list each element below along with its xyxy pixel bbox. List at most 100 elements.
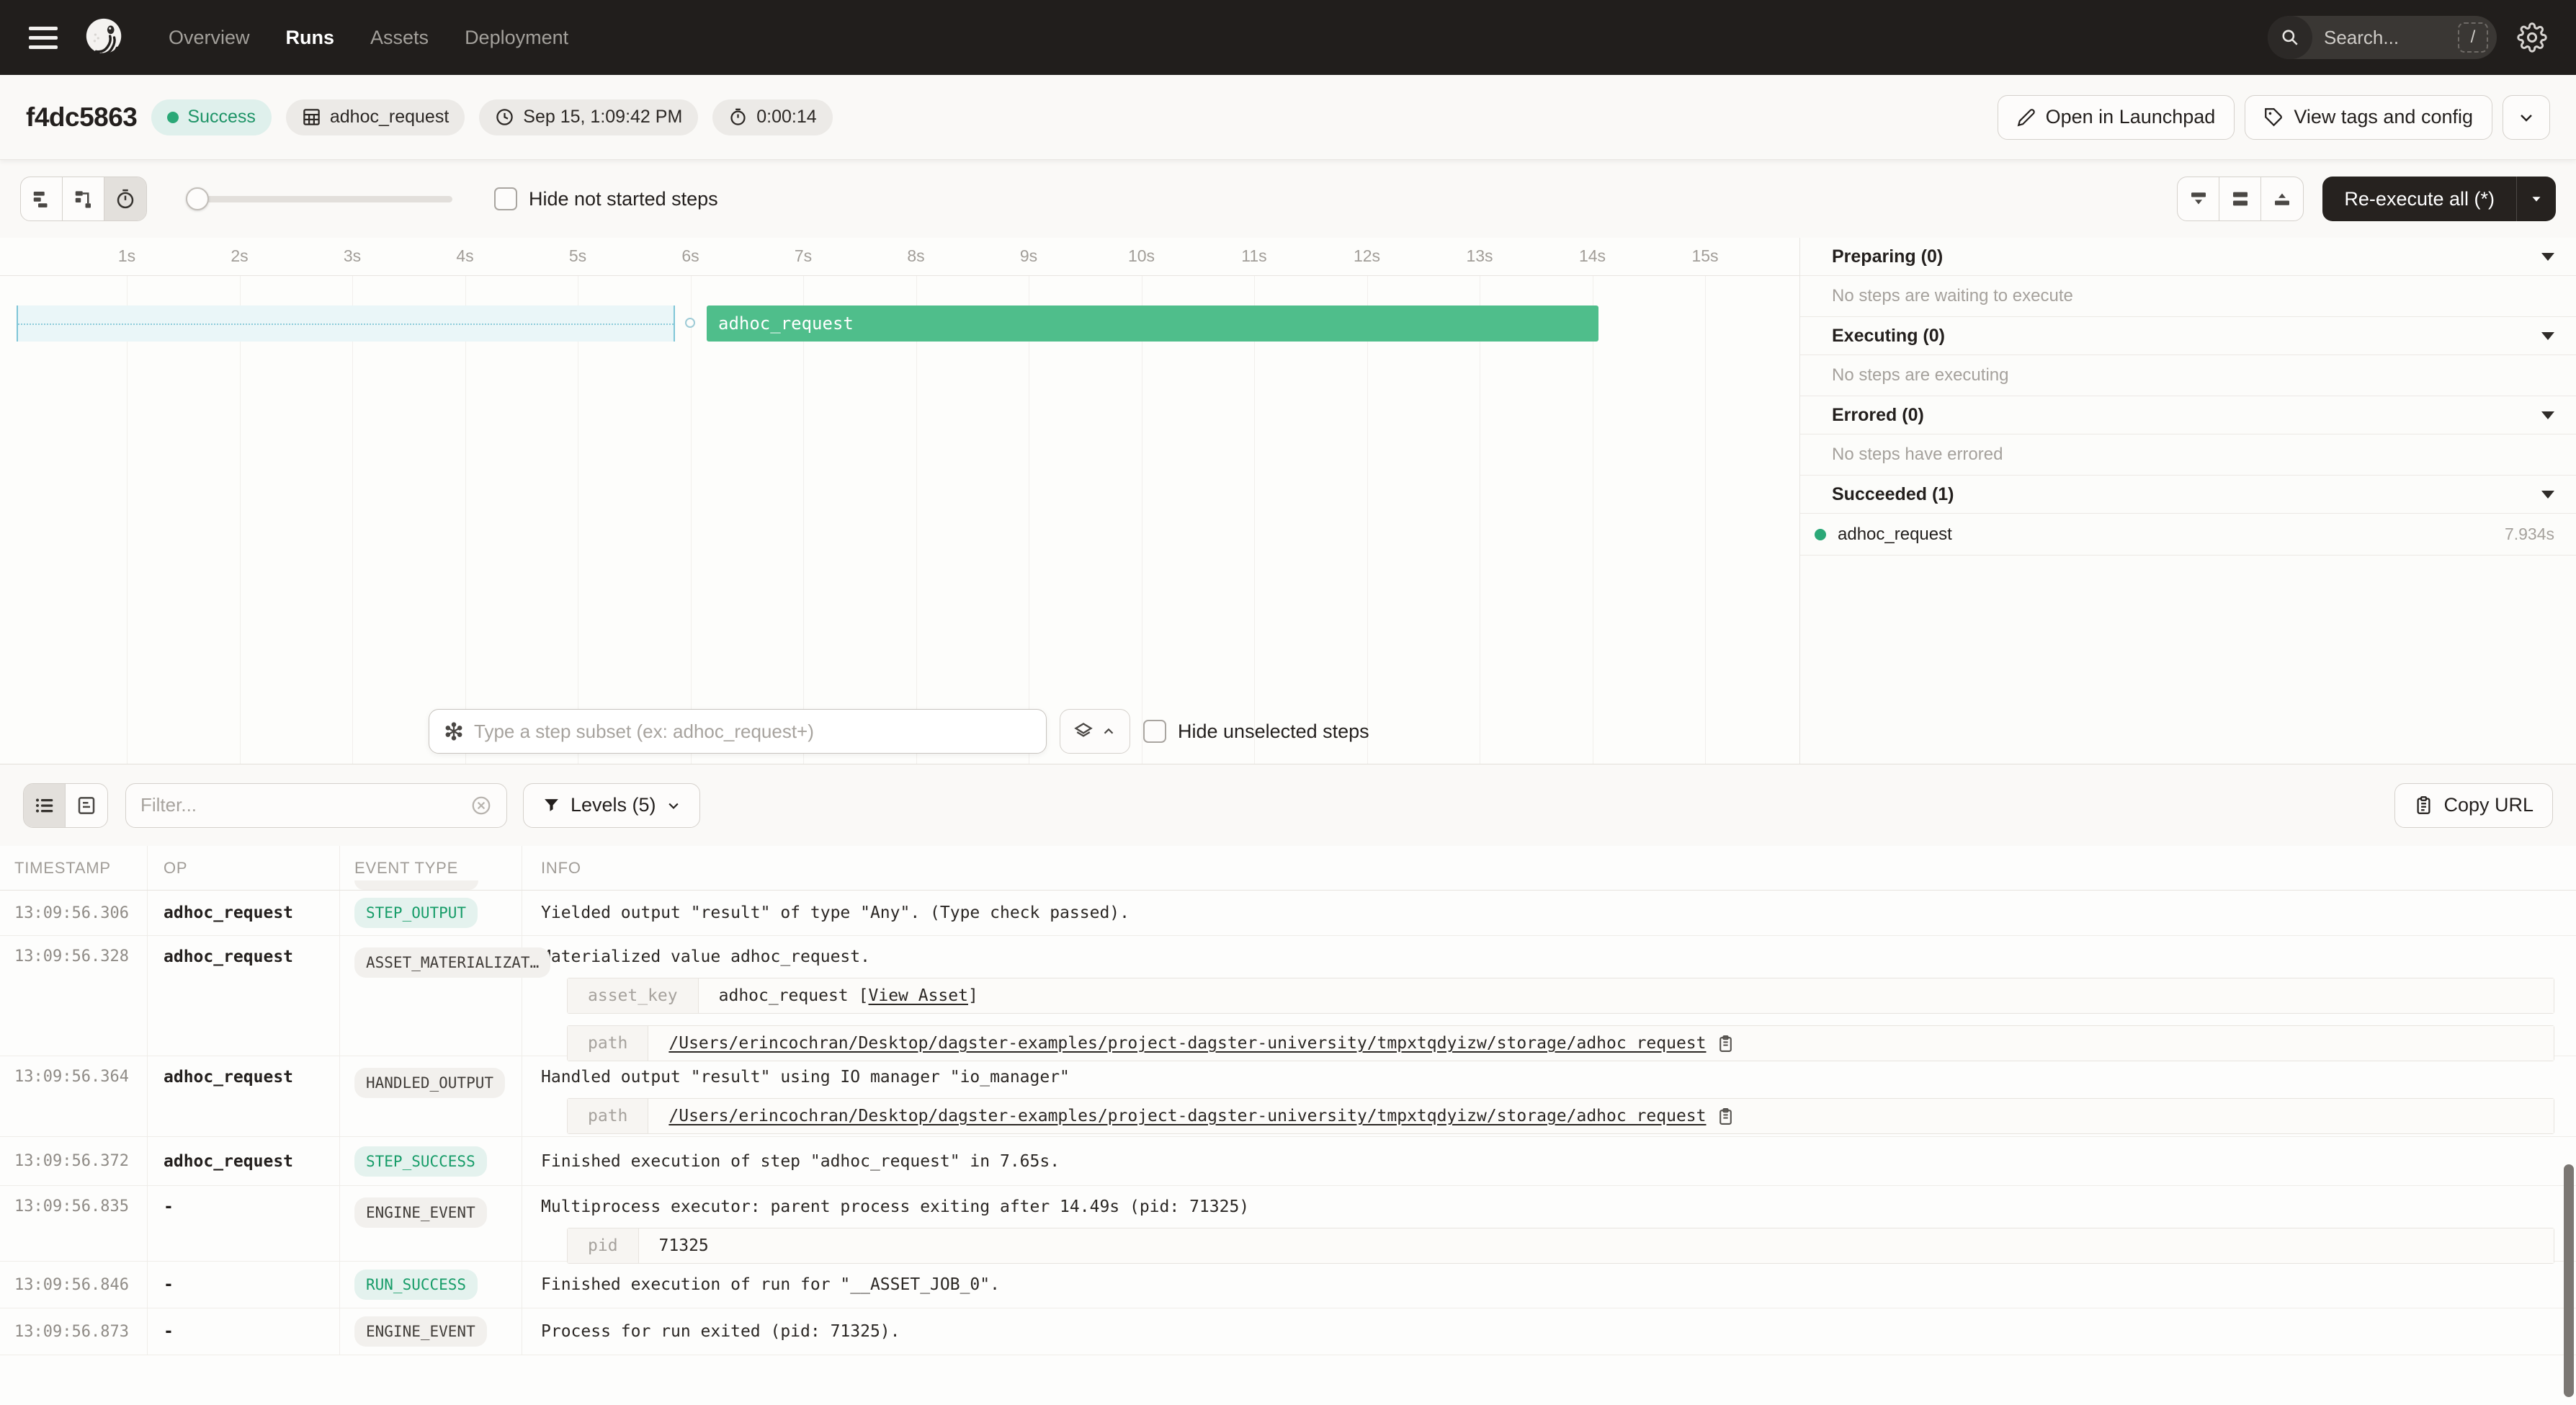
log-row[interactable]: 13:09:56.846 - RUN_SUCCESS Finished exec…: [0, 1262, 2576, 1308]
split-panels-button[interactable]: [2219, 177, 2261, 220]
log-row[interactable]: 13:09:56.364 adhoc_request HANDLED_OUTPU…: [0, 1056, 2576, 1137]
op-selector-icon: [444, 721, 464, 741]
view-waterfall-button[interactable]: [63, 177, 104, 220]
log-toolbar: Filter... Levels (5) Copy URL: [0, 764, 2576, 846]
copy-path-icon[interactable]: [1717, 1035, 1735, 1053]
top-nav: Overview Runs Assets Deployment Search..…: [0, 0, 2576, 75]
nav-item-deployment[interactable]: Deployment: [465, 27, 568, 49]
step-status-panel: Preparing (0) No steps are waiting to ex…: [1799, 238, 2576, 764]
log-structured-view-button[interactable]: [66, 784, 107, 827]
view-asset-link[interactable]: View Asset: [869, 986, 968, 1005]
hamburger-menu-icon[interactable]: [29, 27, 58, 49]
view-timed-gantt-button[interactable]: [104, 177, 146, 220]
log-scrollbar-thumb[interactable]: [2564, 1164, 2574, 1397]
caret-down-icon: [2528, 191, 2544, 207]
log-row[interactable]: 13:09:56.873 - ENGINE_EVENT Process for …: [0, 1308, 2576, 1355]
run-duration-tag: 0:00:14: [712, 99, 832, 135]
view-flat-gantt-button[interactable]: [21, 177, 63, 220]
status-dot-icon: [167, 112, 179, 123]
log-row[interactable]: 13:09:56.835 - ENGINE_EVENT Multiprocess…: [0, 1186, 2576, 1262]
log-row[interactable]: 13:09:56.328 adhoc_request ASSET_MATERIA…: [0, 936, 2576, 1056]
gantt-waiting-bar[interactable]: [17, 305, 675, 342]
path-link[interactable]: /Users/erincochran/Desktop/dagster-examp…: [668, 1107, 1706, 1125]
axis-tick-label: 14s: [1564, 246, 1622, 266]
view-tags-config-button[interactable]: View tags and config: [2245, 95, 2492, 140]
log-filter-placeholder: Filter...: [140, 794, 470, 816]
nav-links: Overview Runs Assets Deployment: [169, 27, 568, 49]
reexecute-dropdown-button[interactable]: [2517, 177, 2556, 221]
succeeded-step-row[interactable]: adhoc_request 7.934s: [1800, 514, 2576, 556]
metadata-value: 71325: [659, 1236, 709, 1255]
collapse-panel-up-button[interactable]: [2261, 177, 2303, 220]
gantt-main: 1s2s3s4s5s6s7s8s9s10s11s12s13s14s15s adh…: [0, 238, 2576, 764]
log-filter-input[interactable]: Filter...: [125, 783, 507, 828]
section-executing-title: Executing (0): [1832, 326, 1945, 347]
reexecute-all-label: Re-execute all (*): [2344, 188, 2495, 210]
chevron-up-icon: [1101, 723, 1117, 739]
event-type-badge: STEP_OUTPUT: [354, 898, 478, 928]
nav-item-overview[interactable]: Overview: [169, 27, 250, 49]
clear-filter-icon[interactable]: [470, 795, 492, 816]
col-header-timestamp: TIMESTAMP: [0, 846, 148, 890]
log-row[interactable]: 13:09:56.306 adhoc_request STEP_OUTPUT Y…: [0, 891, 2576, 936]
section-executing-header[interactable]: Executing (0): [1800, 317, 2576, 355]
run-start-time-label: Sep 15, 1:09:42 PM: [523, 107, 682, 128]
section-errored-title: Errored (0): [1832, 405, 1924, 426]
funnel-icon: [542, 796, 560, 814]
axis-tick-label: 10s: [1113, 246, 1171, 266]
section-errored-header[interactable]: Errored (0): [1800, 396, 2576, 434]
panel-layout-group: [2177, 177, 2304, 221]
path-link[interactable]: /Users/erincochran/Desktop/dagster-examp…: [668, 1034, 1706, 1053]
axis-tick-label: 12s: [1338, 246, 1396, 266]
log-row[interactable]: 13:09:56.372 adhoc_request STEP_SUCCESS …: [0, 1137, 2576, 1186]
gantt-chart: 1s2s3s4s5s6s7s8s9s10s11s12s13s14s15s adh…: [0, 238, 1799, 764]
metadata-asset-key: asset_key adhoc_request [View Asset]: [567, 978, 2554, 1014]
hide-not-started-checkbox[interactable]: [494, 187, 517, 210]
settings-gear-icon[interactable]: [2517, 22, 2547, 53]
nav-item-assets[interactable]: Assets: [370, 27, 429, 49]
log-table: TIMESTAMP OP EVENT TYPE INFO 13:09:56.30…: [0, 846, 2576, 1355]
step-subset-input[interactable]: Type a step subset (ex: adhoc_request+): [429, 709, 1047, 754]
axis-tick-label: 8s: [887, 246, 945, 266]
gantt-step-bar[interactable]: adhoc_request: [707, 305, 1598, 342]
section-preparing-header[interactable]: Preparing (0): [1800, 238, 2576, 276]
caret-down-icon: [2541, 332, 2554, 340]
col-header-info: INFO: [522, 846, 2576, 890]
collapse-panel-down-button[interactable]: [2178, 177, 2219, 220]
open-in-launchpad-button[interactable]: Open in Launchpad: [1998, 95, 2235, 140]
reexecute-all-button[interactable]: Re-execute all (*): [2322, 177, 2517, 221]
search-icon: [2268, 16, 2312, 59]
log-list-view-button[interactable]: [24, 784, 66, 827]
reexecute-button-group: Re-execute all (*): [2322, 177, 2556, 221]
open-in-launchpad-label: Open in Launchpad: [2046, 106, 2216, 128]
copy-path-icon[interactable]: [1717, 1107, 1735, 1125]
axis-gridline: [240, 276, 241, 764]
status-label: Success: [187, 107, 255, 128]
hide-unselected-checkbox[interactable]: [1143, 720, 1166, 743]
nav-item-runs[interactable]: Runs: [286, 27, 335, 49]
dagster-logo-icon[interactable]: [82, 15, 127, 60]
section-executing-empty: No steps are executing: [1800, 355, 2576, 396]
section-succeeded-header[interactable]: Succeeded (1): [1800, 476, 2576, 514]
axis-gridline: [1367, 276, 1368, 764]
log-levels-filter-button[interactable]: Levels (5): [523, 783, 700, 828]
search-input[interactable]: Search... /: [2268, 16, 2497, 59]
slider-knob[interactable]: [186, 187, 209, 210]
chevron-down-icon: [666, 798, 681, 813]
axis-gridline: [916, 276, 917, 764]
run-actions-dropdown-button[interactable]: [2503, 95, 2550, 140]
graph-query-toggle-button[interactable]: [1060, 709, 1130, 754]
section-succeeded-title: Succeeded (1): [1832, 484, 1954, 505]
slider-track[interactable]: [187, 196, 452, 202]
hide-unselected-checkline: Hide unselected steps: [1143, 720, 1369, 743]
job-name-tag[interactable]: adhoc_request: [286, 99, 465, 135]
event-type-badge: ENGINE_EVENT: [354, 1316, 487, 1347]
log-table-header: TIMESTAMP OP EVENT TYPE INFO: [0, 846, 2576, 891]
copy-url-button[interactable]: Copy URL: [2394, 783, 2553, 828]
gantt-zoom-slider[interactable]: [187, 187, 452, 210]
clipped-previous-row-pill: [354, 880, 478, 890]
metadata-key: asset_key: [568, 978, 699, 1013]
axis-gridline: [352, 276, 353, 764]
event-type-badge: ENGINE_EVENT: [354, 1197, 487, 1228]
step-subset-placeholder: Type a step subset (ex: adhoc_request+): [474, 721, 814, 743]
